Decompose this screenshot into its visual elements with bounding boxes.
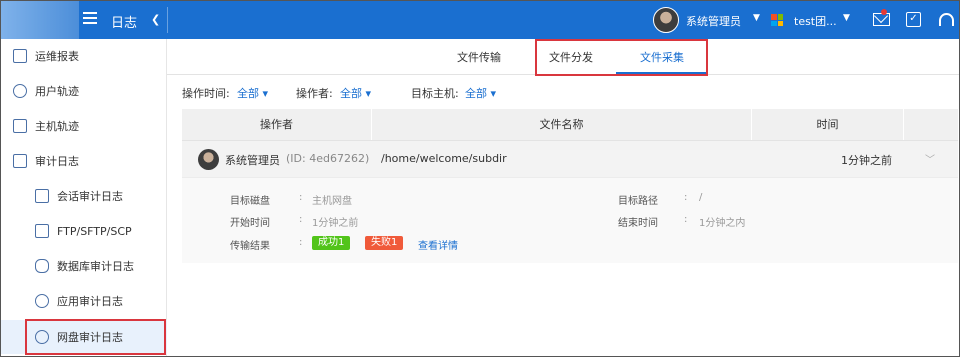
- row-detail: 目标磁盘 : 主机网盘 目标路径 : / 开始时间 : 1分钟之前 结束时间 :…: [182, 177, 958, 263]
- row-time: 1分钟之前: [841, 154, 892, 167]
- user-track-icon: [13, 84, 27, 98]
- task-check-icon[interactable]: ✓: [906, 12, 921, 27]
- sidebar-item-user-track[interactable]: 用户轨迹: [1, 74, 167, 108]
- app-icon: [35, 294, 49, 308]
- notification-dot: [881, 9, 887, 15]
- headset-icon[interactable]: [939, 13, 954, 26]
- detail-label: 结束时间: [618, 218, 658, 229]
- sidebar: 运维报表 用户轨迹 主机轨迹 审计日志 会话审计日志 FTP/SFTP/SCP …: [1, 39, 167, 356]
- highlight-box: [25, 319, 166, 355]
- sidebar-item-app-audit[interactable]: 应用审计日志: [1, 284, 167, 318]
- sidebar-item-label: 数据库审计日志: [57, 260, 134, 273]
- windows-logo-icon: [771, 14, 783, 26]
- filter-operator-label: 操作者:: [296, 87, 333, 100]
- detail-colon: :: [299, 192, 303, 203]
- user-name[interactable]: 系统管理员: [686, 13, 741, 29]
- detail-colon: :: [684, 192, 688, 203]
- column-header: 操作者: [182, 109, 372, 140]
- table-row[interactable]: 系统管理员 (ID: 4ed67262) /home/welcome/subdi…: [182, 140, 958, 177]
- sidebar-item-label: 主机轨迹: [35, 120, 79, 133]
- sidebar-item-label: 用户轨迹: [35, 85, 79, 98]
- filter-host-select[interactable]: 全部 ▾: [465, 85, 496, 101]
- chevron-down-icon[interactable]: ▼: [753, 13, 760, 23]
- detail-colon: :: [684, 214, 688, 225]
- tab-bar: 文件传输 文件分发 文件采集: [167, 39, 959, 76]
- success-badge: 成功1: [312, 236, 351, 250]
- sidebar-item-host-track[interactable]: 主机轨迹: [1, 109, 167, 143]
- sidebar-item-database-audit[interactable]: 数据库审计日志: [1, 249, 167, 283]
- detail-value: /: [699, 192, 703, 203]
- row-file-path: /home/welcome/subdir: [381, 152, 507, 165]
- detail-label: 目标路径: [618, 196, 658, 207]
- row-user-id: (ID: 4ed67262): [286, 152, 370, 165]
- detail-value: 1分钟之前: [312, 218, 359, 229]
- tab-file-transfer[interactable]: 文件传输: [457, 49, 501, 65]
- sidebar-item-label: 审计日志: [35, 155, 79, 168]
- column-header: 文件名称: [372, 109, 752, 140]
- detail-value: 1分钟之内: [699, 218, 746, 229]
- table-header: 操作者 文件名称 时间: [182, 109, 958, 140]
- app-title: 日志: [111, 16, 138, 31]
- filter-host-label: 目标主机:: [411, 87, 459, 100]
- app-window: 日志 ❮ 系统管理员 ▼ test团... ▼ ✓ 运维报表 用户轨迹 主机轨迹: [0, 0, 960, 357]
- host-track-icon: [13, 119, 27, 133]
- audit-log-icon: [13, 154, 27, 168]
- logo: [1, 1, 79, 39]
- detail-colon: :: [299, 237, 303, 248]
- filter-time-label: 操作时间:: [182, 87, 230, 100]
- team-name[interactable]: test团...: [794, 13, 837, 29]
- log-table: 操作者 文件名称 时间 系统管理员 (ID: 4ed67262) /home/w…: [182, 109, 958, 263]
- mail-icon[interactable]: [873, 13, 890, 26]
- row-user: 系统管理员: [225, 154, 280, 167]
- menu-icon[interactable]: [83, 12, 97, 26]
- detail-value: 主机网盘: [312, 196, 352, 207]
- detail-label: 传输结果: [230, 241, 270, 252]
- divider: [167, 7, 168, 33]
- sidebar-item-label: FTP/SFTP/SCP: [57, 224, 132, 238]
- filter-time-select[interactable]: 全部 ▾: [237, 85, 268, 101]
- column-header: 时间: [752, 109, 904, 140]
- sidebar-item-ftp[interactable]: FTP/SFTP/SCP: [1, 214, 167, 248]
- detail-label: 开始时间: [230, 218, 270, 229]
- filter-operator-select[interactable]: 全部 ▾: [340, 85, 371, 101]
- collapse-sidebar-icon[interactable]: ❮: [151, 13, 160, 26]
- fail-badge: 失败1: [365, 236, 404, 250]
- session-icon: [35, 189, 49, 203]
- sidebar-item-label: 应用审计日志: [57, 295, 123, 308]
- report-icon: [13, 49, 27, 63]
- chevron-down-icon[interactable]: ﹀: [925, 151, 935, 166]
- database-icon: [35, 259, 49, 273]
- chevron-down-icon[interactable]: ▼: [843, 13, 850, 23]
- sidebar-item-label: 运维报表: [35, 50, 79, 63]
- detail-colon: :: [299, 214, 303, 225]
- highlight-box: [535, 39, 708, 76]
- avatar[interactable]: [653, 7, 679, 33]
- sidebar-item-session-audit[interactable]: 会话审计日志: [1, 179, 167, 213]
- sidebar-item-ops-report[interactable]: 运维报表: [1, 39, 167, 73]
- ftp-icon: [35, 224, 49, 238]
- sidebar-item-audit-log[interactable]: 审计日志: [1, 144, 167, 178]
- top-bar: 日志 ❮ 系统管理员 ▼ test团... ▼ ✓: [1, 1, 959, 39]
- view-detail-link[interactable]: 查看详情: [418, 237, 458, 252]
- detail-label: 目标磁盘: [230, 196, 270, 207]
- avatar: [198, 149, 219, 170]
- sidebar-item-label: 会话审计日志: [57, 190, 123, 203]
